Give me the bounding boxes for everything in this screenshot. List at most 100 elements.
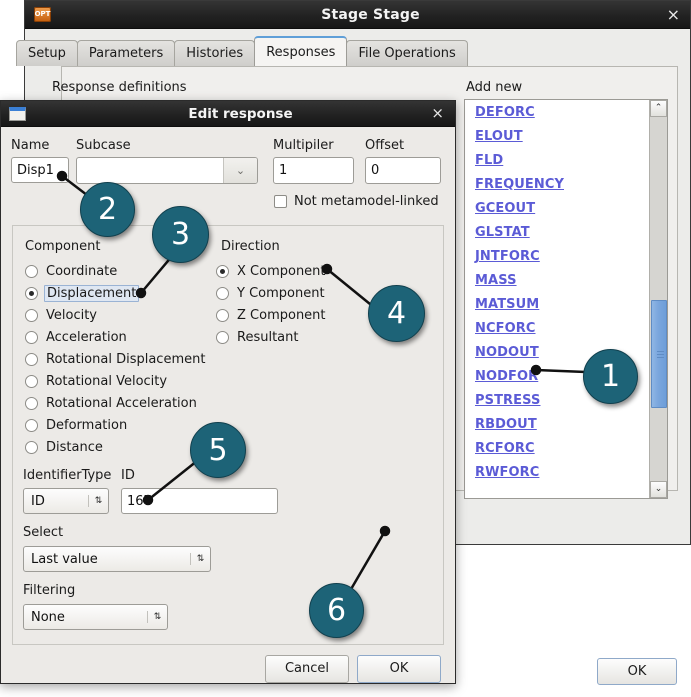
radio-label: Resultant xyxy=(237,329,299,345)
tab-file-operations[interactable]: File Operations xyxy=(346,40,468,66)
cancel-button[interactable]: Cancel xyxy=(265,655,349,683)
add-new-list[interactable]: DEFORC ELOUT FLD FREQUENCY GCEOUT GLSTAT… xyxy=(464,99,668,499)
name-input[interactable]: Disp1 xyxy=(11,157,69,183)
opt-logo-icon: OPT xyxy=(34,7,51,22)
radio-icon[interactable] xyxy=(25,264,38,278)
callout-badge-5: 5 xyxy=(190,422,246,478)
callout-badge-4: 4 xyxy=(368,285,425,342)
list-scrollbar[interactable]: ⌃ ⌄ xyxy=(649,100,667,498)
close-icon[interactable]: × xyxy=(667,6,680,24)
list-item[interactable]: ELOUT xyxy=(475,130,648,144)
radio-displacement[interactable]: Displacement xyxy=(25,282,215,304)
radio-label: Rotational Acceleration xyxy=(46,395,197,411)
id-input[interactable]: 167 xyxy=(121,488,278,514)
radio-label: X Component xyxy=(237,263,326,279)
radio-deformation[interactable]: Deformation xyxy=(25,414,215,436)
radio-icon[interactable] xyxy=(25,418,38,432)
add-new-link-list: DEFORC ELOUT FLD FREQUENCY GCEOUT GLSTAT… xyxy=(465,100,648,498)
not-metamodel-linked-label: Not metamodel-linked xyxy=(294,194,439,209)
list-item[interactable]: FLD xyxy=(475,154,648,168)
filtering-label: Filtering xyxy=(23,583,76,598)
filtering-dropdown[interactable]: None ⇅ xyxy=(23,604,168,630)
callout-number: 6 xyxy=(326,593,347,628)
filtering-value: None xyxy=(31,609,65,625)
ok-button[interactable]: OK xyxy=(357,655,441,683)
radio-icon[interactable] xyxy=(25,374,38,388)
list-item[interactable]: RCFORC xyxy=(475,442,648,456)
callout-badge-3: 3 xyxy=(152,206,209,263)
dialog-close-icon[interactable]: × xyxy=(431,105,444,122)
scroll-up-icon[interactable]: ⌃ xyxy=(650,100,667,117)
radio-label: Displacement xyxy=(44,284,140,302)
tab-parameters[interactable]: Parameters xyxy=(76,40,176,66)
radio-icon[interactable] xyxy=(216,286,229,300)
dialog-title: Edit response xyxy=(188,105,293,122)
radio-icon[interactable] xyxy=(25,286,38,300)
radio-icon[interactable] xyxy=(25,308,38,322)
identifier-type-select[interactable]: ID ⇅ xyxy=(23,488,109,514)
list-item[interactable]: MATSUM xyxy=(475,298,648,312)
list-item[interactable]: FREQUENCY xyxy=(475,178,648,192)
list-item[interactable]: RWFORC xyxy=(475,466,648,480)
callout-number: 5 xyxy=(208,432,228,468)
scrollbar-thumb[interactable] xyxy=(651,300,667,408)
window-ok-button[interactable]: OK xyxy=(597,658,677,685)
radio-label: Distance xyxy=(46,439,103,455)
radio-x-component[interactable]: X Component xyxy=(216,260,376,282)
radio-label: Z Component xyxy=(237,307,326,323)
spinner-icon[interactable]: ⇅ xyxy=(147,611,167,623)
subcase-dropdown[interactable]: ⌄ xyxy=(76,157,258,184)
callout-badge-2: 2 xyxy=(80,182,135,237)
radio-icon[interactable] xyxy=(25,396,38,410)
not-metamodel-linked-row[interactable]: Not metamodel-linked xyxy=(274,194,439,209)
radio-z-component[interactable]: Z Component xyxy=(216,304,376,326)
list-item[interactable]: NCFORC xyxy=(475,322,648,336)
list-item[interactable]: RBDOUT xyxy=(475,418,648,432)
radio-y-component[interactable]: Y Component xyxy=(216,282,376,304)
radio-velocity[interactable]: Velocity xyxy=(25,304,215,326)
tab-histories[interactable]: Histories xyxy=(174,40,256,66)
callout-number: 3 xyxy=(170,217,191,252)
radio-distance[interactable]: Distance xyxy=(25,436,215,458)
dialog-titlebar: Edit response × xyxy=(1,101,455,127)
identifier-type-label: IdentifierType xyxy=(23,468,112,483)
radio-resultant[interactable]: Resultant xyxy=(216,326,376,348)
multiplier-input[interactable]: 1 xyxy=(273,157,354,184)
list-item[interactable]: GCEOUT xyxy=(475,202,648,216)
radio-coordinate[interactable]: Coordinate xyxy=(25,260,215,282)
radio-acceleration[interactable]: Acceleration xyxy=(25,326,215,348)
scrollbar-grip-icon xyxy=(657,351,664,358)
radio-rotational-velocity[interactable]: Rotational Velocity xyxy=(25,370,215,392)
component-radio-group: Coordinate Displacement Velocity Acceler… xyxy=(25,260,215,458)
radio-icon[interactable] xyxy=(216,308,229,322)
offset-input[interactable]: 0 xyxy=(365,157,441,184)
list-item[interactable]: JNTFORC xyxy=(475,250,648,264)
radio-label: Velocity xyxy=(46,307,97,323)
list-item[interactable]: GLSTAT xyxy=(475,226,648,240)
spinner-icon[interactable]: ⇅ xyxy=(88,495,108,507)
window-titlebar: OPT Stage Stage × xyxy=(25,1,690,29)
radio-rotational-displacement[interactable]: Rotational Displacement xyxy=(25,348,215,370)
id-label: ID xyxy=(121,468,135,483)
direction-radio-group: X Component Y Component Z Component Resu… xyxy=(216,260,376,348)
checkbox-icon[interactable] xyxy=(274,195,287,208)
select-dropdown[interactable]: Last value ⇅ xyxy=(23,546,211,572)
spinner-icon[interactable]: ⇅ xyxy=(190,553,210,565)
radio-rotational-acceleration[interactable]: Rotational Acceleration xyxy=(25,392,215,414)
radio-icon[interactable] xyxy=(25,440,38,454)
scroll-down-icon[interactable]: ⌄ xyxy=(650,481,667,498)
multiplier-label: Multipiler xyxy=(273,138,334,153)
radio-icon[interactable] xyxy=(25,352,38,366)
list-item[interactable]: MASS xyxy=(475,274,648,288)
tab-bar: Setup Parameters Histories Responses Fil… xyxy=(16,36,468,66)
chevron-down-icon[interactable]: ⌄ xyxy=(223,158,257,183)
list-item[interactable]: DEFORC xyxy=(475,106,648,120)
tab-setup[interactable]: Setup xyxy=(16,40,78,66)
callout-number: 1 xyxy=(600,359,621,394)
tab-responses[interactable]: Responses xyxy=(254,36,348,66)
component-label: Component xyxy=(25,239,101,254)
offset-label: Offset xyxy=(365,138,405,153)
radio-icon[interactable] xyxy=(216,330,229,344)
radio-icon[interactable] xyxy=(25,330,38,344)
radio-icon[interactable] xyxy=(216,264,229,278)
